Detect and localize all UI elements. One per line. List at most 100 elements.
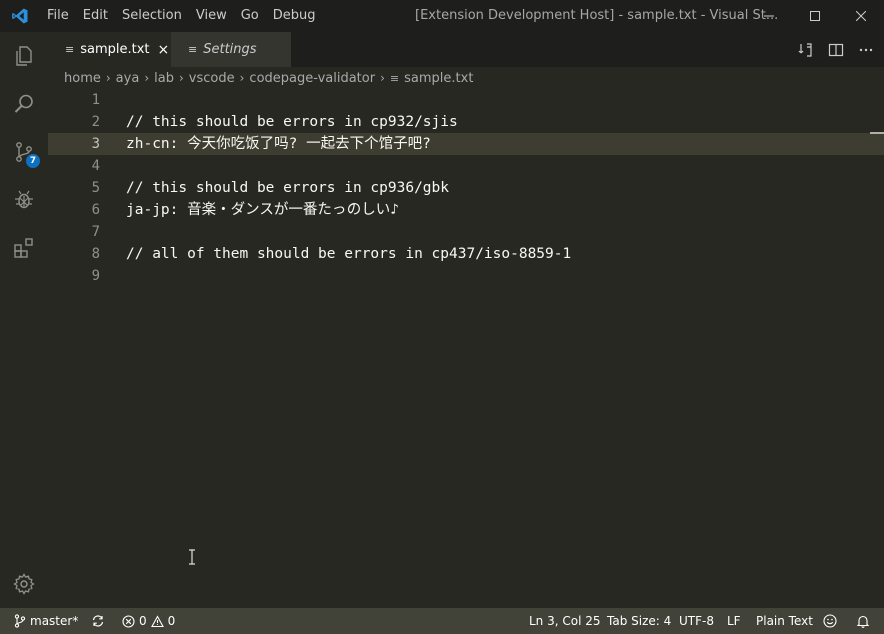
editor[interactable]: 1 2 // this should be errors in cp932/sj… xyxy=(48,89,884,608)
breadcrumb-home[interactable]: home xyxy=(64,71,101,86)
menu-bar: File Edit Selection View Go Debug xyxy=(40,0,323,32)
editor-actions xyxy=(798,32,874,67)
menu-file[interactable]: File xyxy=(40,0,76,32)
editor-line: 4 xyxy=(48,155,884,177)
tab-sample-txt[interactable]: ≡ sample.txt × xyxy=(48,32,171,67)
line-number: 2 xyxy=(91,114,100,130)
breadcrumb-vscode[interactable]: vscode xyxy=(189,71,235,86)
editor-line: 2 // this should be errors in cp932/sjis xyxy=(48,111,884,133)
chevron-right-icon: › xyxy=(178,71,184,85)
notifications-button[interactable] xyxy=(856,608,870,634)
language-mode[interactable]: Plain Text xyxy=(756,608,813,634)
tab-size-indicator[interactable]: Tab Size: 4 xyxy=(607,608,671,634)
chevron-right-icon: › xyxy=(380,71,385,85)
menu-debug[interactable]: Debug xyxy=(266,0,323,32)
scrollbar-cursor-marker xyxy=(870,132,884,134)
line-text: zh-cn: 今天你吃饭了吗? 一起去下个馆子吧? xyxy=(126,136,431,152)
line-text: // all of them should be errors in cp437… xyxy=(126,246,572,262)
git-branch-icon xyxy=(14,614,26,628)
smiley-icon xyxy=(823,614,837,628)
split-editor-icon[interactable] xyxy=(828,42,844,58)
open-changes-icon[interactable] xyxy=(798,42,814,58)
problems-indicator[interactable]: 0 0 xyxy=(122,608,175,634)
tab-label: sample.txt xyxy=(80,42,150,57)
debug-icon xyxy=(15,190,33,209)
branch-indicator[interactable]: master* xyxy=(14,608,78,634)
editor-line-current: 3 zh-cn: 今天你吃饭了吗? 一起去下个馆子吧? xyxy=(48,133,884,155)
feedback-button[interactable] xyxy=(823,608,837,634)
source-control-button[interactable]: 7 xyxy=(0,128,48,176)
line-number: 4 xyxy=(91,158,100,174)
explorer-button[interactable] xyxy=(0,32,48,80)
line-number: 5 xyxy=(91,180,100,196)
line-text: // this should be errors in cp932/sjis xyxy=(126,114,458,130)
extensions-icon xyxy=(14,238,33,258)
activity-bar: 7 xyxy=(0,32,48,608)
minimize-icon xyxy=(764,15,774,17)
search-button[interactable] xyxy=(0,80,48,128)
warning-count: 0 xyxy=(167,614,176,628)
error-icon xyxy=(122,614,135,628)
more-actions-icon[interactable] xyxy=(858,42,874,58)
minimize-button[interactable] xyxy=(746,0,792,32)
tab-bar: ≡ sample.txt × ≡ Settings xyxy=(48,32,884,67)
chevron-right-icon: › xyxy=(144,71,150,85)
line-number: 3 xyxy=(91,136,100,152)
editor-line: 8 // all of them should be errors in cp4… xyxy=(48,243,884,265)
editor-line: 1 xyxy=(48,89,884,111)
menu-selection[interactable]: Selection xyxy=(115,0,189,32)
editor-line: 7 xyxy=(48,221,884,243)
line-number: 6 xyxy=(91,202,100,218)
line-text: ja-jp: 音楽・ダンスが一番たっのしい♪ xyxy=(126,202,399,218)
settings-file-icon: ≡ xyxy=(188,43,198,56)
maximize-button[interactable] xyxy=(792,0,838,32)
close-window-button[interactable] xyxy=(838,0,884,32)
breadcrumb-aya[interactable]: aya xyxy=(116,71,140,86)
sync-icon xyxy=(92,615,104,627)
window-controls xyxy=(746,0,884,32)
branch-name: master* xyxy=(30,614,79,628)
status-bar: master* 0 0 Ln 3, Col 25 Tab Size: 4 UTF… xyxy=(0,608,884,634)
mouse-ibeam-cursor-icon xyxy=(189,549,195,565)
error-count: 0 xyxy=(139,614,147,628)
sync-button[interactable] xyxy=(91,608,105,634)
line-number: 9 xyxy=(91,268,100,284)
search-icon xyxy=(14,94,33,113)
debug-button[interactable] xyxy=(0,176,48,224)
line-number: 7 xyxy=(91,224,100,240)
line-number: 8 xyxy=(91,246,100,262)
cursor-position[interactable]: Ln 3, Col 25 xyxy=(529,608,601,634)
menu-edit[interactable]: Edit xyxy=(76,0,115,32)
breadcrumb: home › aya › lab › vscode › codepage-val… xyxy=(48,67,884,89)
maximize-icon xyxy=(810,11,820,21)
tab-label: Settings xyxy=(203,42,257,57)
explorer-icon xyxy=(16,46,32,66)
text-file-icon: ≡ xyxy=(65,43,75,56)
extensions-button[interactable] xyxy=(0,224,48,272)
gear-icon xyxy=(13,573,35,595)
line-number: 1 xyxy=(91,92,100,108)
encoding-indicator[interactable]: UTF-8 xyxy=(679,608,714,634)
text-file-icon: ≡ xyxy=(389,71,400,85)
chevron-right-icon: › xyxy=(105,71,111,85)
breadcrumb-lab[interactable]: lab xyxy=(154,71,174,86)
warning-icon xyxy=(150,614,164,627)
editor-line: 9 xyxy=(48,265,884,287)
menu-view[interactable]: View xyxy=(189,0,234,32)
breadcrumb-file[interactable]: sample.txt xyxy=(404,71,473,86)
line-text: // this should be errors in cp936/gbk xyxy=(126,180,450,196)
breadcrumb-codepage-validator[interactable]: codepage-validator xyxy=(249,71,375,86)
menu-go[interactable]: Go xyxy=(234,0,266,32)
editor-line: 6 ja-jp: 音楽・ダンスが一番たっのしい♪ xyxy=(48,199,884,221)
window-title: [Extension Development Host] - sample.tx… xyxy=(415,8,779,23)
editor-line: 5 // this should be errors in cp936/gbk xyxy=(48,177,884,199)
tab-settings[interactable]: ≡ Settings xyxy=(171,32,291,67)
close-tab-button[interactable]: × xyxy=(158,42,170,58)
settings-button[interactable] xyxy=(0,560,48,608)
chevron-right-icon: › xyxy=(239,71,245,85)
bell-icon xyxy=(856,615,870,628)
scm-count-badge: 7 xyxy=(26,154,40,168)
title-bar: File Edit Selection View Go Debug [Exten… xyxy=(0,0,884,32)
close-icon xyxy=(856,11,866,21)
eol-indicator[interactable]: LF xyxy=(727,608,741,634)
